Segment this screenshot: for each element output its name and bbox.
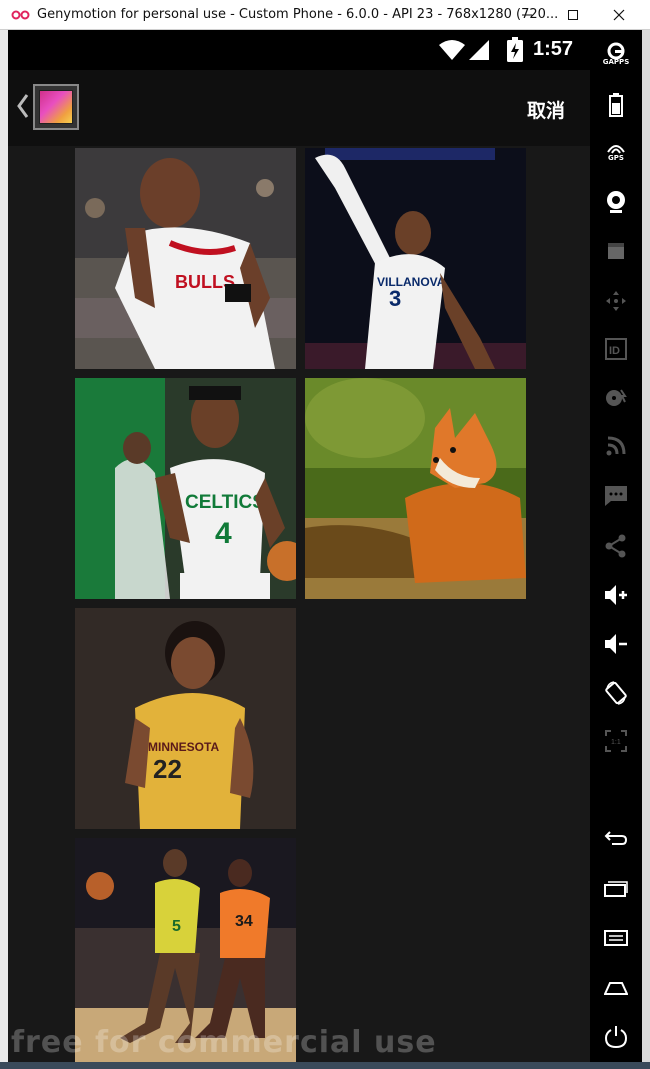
minimize-icon <box>522 14 532 16</box>
window-title: Genymotion for personal use - Custom Pho… <box>37 7 559 22</box>
disk-button <box>590 388 642 408</box>
menu-icon <box>604 930 628 946</box>
status-bar: 1:57 <box>8 30 590 70</box>
jersey-number: 22 <box>153 754 182 784</box>
recent-apps-button[interactable] <box>590 881 642 897</box>
photo-villanova-player[interactable]: VILLANOVA 3 <box>305 148 526 369</box>
background-strip-bottom <box>0 1062 650 1069</box>
battery-icon <box>609 93 623 117</box>
maximize-button[interactable] <box>550 0 596 30</box>
rotate-button[interactable] <box>590 681 642 705</box>
jersey-number: 5 <box>172 918 181 935</box>
rotate-icon <box>605 681 627 705</box>
sms-icon <box>605 486 627 506</box>
maximize-icon <box>568 10 578 20</box>
background-strip-left <box>0 30 8 1069</box>
menu-button[interactable] <box>590 930 642 946</box>
gps-button[interactable]: GPS <box>590 142 642 162</box>
capture-icon <box>608 243 624 259</box>
webcam-icon <box>607 191 625 213</box>
photo-minnesota-player[interactable]: MINNESOTA 22 <box>75 608 296 829</box>
gapps-button[interactable]: GAPPS <box>590 42 642 66</box>
home-button[interactable] <box>590 980 642 996</box>
jersey-text: MINNESOTA <box>148 740 219 754</box>
close-icon <box>613 9 625 21</box>
status-time: 1:57 <box>533 38 574 60</box>
device-screen: 1:57 取消 BULLS VILLANOVA 3 CELTICS 4 MINN… <box>8 30 590 1062</box>
power-icon <box>604 1026 628 1049</box>
recent-apps-icon <box>604 881 628 897</box>
dpad-icon <box>606 291 626 311</box>
rss-icon <box>606 436 626 456</box>
rss-button <box>590 436 642 456</box>
webcam-button[interactable] <box>590 190 642 214</box>
battery-charging-icon <box>507 37 523 62</box>
share-button <box>590 534 642 558</box>
wifi-icon <box>439 40 465 60</box>
genymotion-logo-icon <box>11 10 30 20</box>
share-icon <box>605 534 626 558</box>
background-strip-right <box>642 30 650 1069</box>
jersey-text: CELTICS <box>185 492 265 513</box>
jersey-number: 4 <box>215 517 232 550</box>
svg-text:ID: ID <box>609 345 620 357</box>
window-titlebar: Genymotion for personal use - Custom Pho… <box>0 0 650 30</box>
id-icon: ID <box>605 338 627 360</box>
back-button[interactable] <box>590 830 642 846</box>
back-icon <box>604 831 628 845</box>
battery-button[interactable] <box>590 93 642 117</box>
disk-icon <box>606 389 627 406</box>
chevron-left-icon[interactable] <box>14 92 32 120</box>
photo-celtics-player[interactable]: CELTICS 4 <box>75 378 296 599</box>
jersey-text: VILLANOVA <box>377 275 446 289</box>
id-button: ID <box>590 338 642 360</box>
volume-up-icon <box>605 585 627 605</box>
capture-button <box>590 241 642 261</box>
action-bar: 取消 <box>8 70 590 146</box>
genymotion-sidebar: GAPPS GPS ID 1:1 <box>590 30 642 1062</box>
volume-up-button[interactable] <box>590 584 642 606</box>
scale-button: 1:1 <box>590 730 642 752</box>
minimize-button[interactable] <box>504 0 550 30</box>
dpad-button <box>590 290 642 312</box>
power-button[interactable] <box>590 1025 642 1049</box>
gapps-label: GAPPS <box>602 58 630 66</box>
photo-fox[interactable] <box>305 378 526 599</box>
scale-icon: 1:1 <box>605 730 627 752</box>
gps-label: GPS <box>608 154 624 162</box>
photo-bulls-player[interactable]: BULLS <box>75 148 296 369</box>
home-icon <box>604 982 628 995</box>
sms-button <box>590 485 642 507</box>
gallery-icon[interactable] <box>33 84 79 130</box>
volume-down-button[interactable] <box>590 633 642 655</box>
close-button[interactable] <box>596 0 642 30</box>
cell-signal-icon <box>469 40 489 60</box>
cancel-button[interactable]: 取消 <box>527 96 565 123</box>
volume-down-icon <box>605 634 627 654</box>
jersey-number: 34 <box>235 913 253 930</box>
jersey-number: 3 <box>389 286 401 311</box>
svg-text:1:1: 1:1 <box>611 739 621 746</box>
watermark-text: free for commercial use <box>11 1025 437 1060</box>
